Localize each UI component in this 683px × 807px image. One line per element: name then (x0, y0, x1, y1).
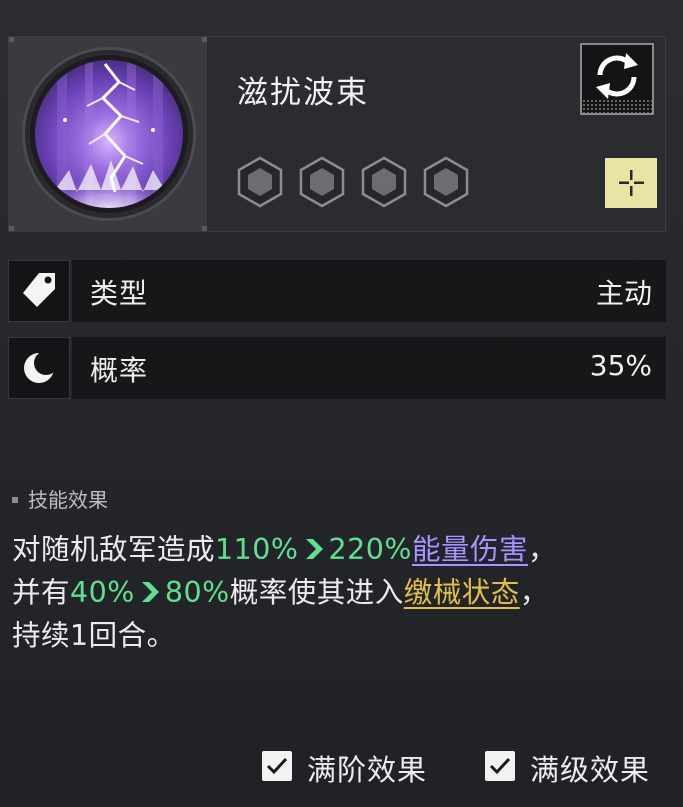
desc-text: 对随机敌军造成 (12, 533, 216, 566)
corner-marker (202, 37, 207, 42)
skill-portrait (25, 50, 193, 218)
toggle-label: 满阶效果 (307, 753, 428, 787)
max-level-toggle[interactable]: 满级效果 (485, 742, 675, 790)
stat-value: 主动 (595, 277, 652, 310)
desc-text: 概率使其进入 (229, 576, 404, 609)
refresh-icon (596, 53, 638, 99)
disarm-status-link[interactable]: 缴械状态 (404, 576, 520, 609)
corner-marker (9, 226, 14, 231)
checkbox[interactable] (485, 751, 515, 781)
skill-icon-panel (9, 37, 207, 231)
checkbox[interactable] (262, 751, 292, 781)
max-rank-toggle[interactable]: 满阶效果 (262, 742, 462, 790)
desc-line: 并有40% 80%概率使其进入缴械状态， (12, 571, 672, 614)
value-from: 110% (215, 533, 299, 566)
stat-label: 概率 (90, 354, 149, 387)
hex-slot-icon (419, 155, 473, 209)
stat-label: 类型 (90, 277, 149, 310)
corner-marker (202, 226, 207, 231)
stat-bar: 类型 主动 (72, 260, 666, 322)
corner-marker (9, 37, 14, 42)
crosshair-icon (619, 170, 644, 196)
toggle-label: 满级效果 (530, 753, 651, 787)
desc-text: 并有 (12, 576, 71, 609)
desc-text: ， (519, 576, 549, 609)
effect-title-text: 技能效果 (28, 488, 108, 512)
stat-row-probability: 概率 35% (8, 337, 666, 399)
value-from: 40% (70, 576, 135, 609)
energy-damage-link[interactable]: 能量伤害 (412, 533, 528, 566)
skill-name: 滋扰波束 (237, 75, 369, 111)
swap-button[interactable] (580, 43, 654, 115)
moon-icon (8, 337, 70, 399)
skill-card: 滋扰波束 (8, 36, 666, 232)
desc-line: 持续1回合。 (12, 614, 672, 657)
check-icon (266, 757, 288, 775)
dot-pattern (582, 99, 652, 113)
stat-row-type: 类型 主动 (8, 260, 666, 322)
chevron-right-icon (305, 539, 323, 559)
hex-slot-icon (295, 155, 349, 209)
stat-bar: 概率 35% (72, 337, 666, 399)
chevron-right-icon (141, 582, 159, 602)
tag-icon (8, 260, 70, 322)
desc-line: 对随机敌军造成110% 220%能量伤害， (12, 528, 672, 571)
value-to: 80% (164, 576, 230, 609)
desc-text: 持续1回合。 (12, 619, 176, 652)
value-to: 220% (328, 533, 412, 566)
effect-section-title: 技能效果 (12, 484, 108, 513)
crosshair-button[interactable] (605, 158, 657, 208)
stat-value: 35% (589, 349, 652, 382)
hex-slot-icon (233, 155, 287, 209)
hex-slot-icon (357, 155, 411, 209)
lightning-icon (35, 60, 183, 208)
effect-description: 对随机敌军造成110% 220%能量伤害， 并有40% 80%概率使其进入缴械状态，… (12, 528, 672, 657)
desc-text: ， (528, 533, 558, 566)
bullet-square (12, 496, 18, 503)
check-icon (489, 757, 511, 775)
